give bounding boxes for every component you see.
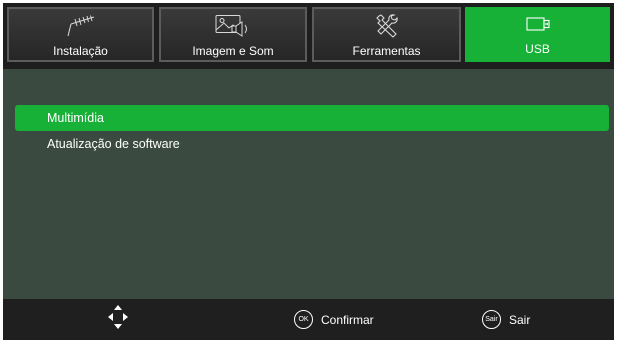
- exit-hint: Sair Sair: [482, 299, 530, 340]
- tools-icon: [314, 14, 459, 38]
- tv-menu-screen: Instalação Imagem e Som Ferramentas USB …: [3, 3, 614, 340]
- picture-sound-icon: [161, 14, 305, 38]
- usb-icon: [465, 12, 610, 36]
- tab-imagem-e-som[interactable]: Imagem e Som: [159, 7, 307, 62]
- ok-button-icon: OK: [294, 310, 313, 329]
- tab-bar: Instalação Imagem e Som Ferramentas USB: [3, 3, 614, 69]
- usb-menu: Multimídia Atualização de software: [3, 69, 614, 303]
- confirm-label: Confirmar: [321, 312, 374, 327]
- tab-ferramentas[interactable]: Ferramentas: [312, 7, 461, 62]
- tab-instalacao[interactable]: Instalação: [7, 7, 154, 62]
- tab-label: USB: [525, 42, 550, 56]
- tab-usb[interactable]: USB: [465, 7, 610, 62]
- tab-label: Ferramentas: [352, 44, 421, 58]
- antenna-icon: [9, 14, 152, 38]
- tab-label: Instalação: [53, 44, 108, 58]
- exit-label: Sair: [509, 312, 531, 327]
- menu-item-multimidia[interactable]: Multimídia: [15, 105, 609, 131]
- footer-bar: OK Confirmar Sair Sair: [3, 299, 614, 340]
- navigation-hint: [107, 299, 129, 340]
- tab-label: Imagem e Som: [192, 44, 274, 58]
- confirm-hint: OK Confirmar: [294, 299, 374, 340]
- exit-button-icon: Sair: [482, 310, 501, 329]
- dpad-arrows-icon: [107, 304, 129, 335]
- menu-item-atualizacao-software[interactable]: Atualização de software: [15, 131, 609, 157]
